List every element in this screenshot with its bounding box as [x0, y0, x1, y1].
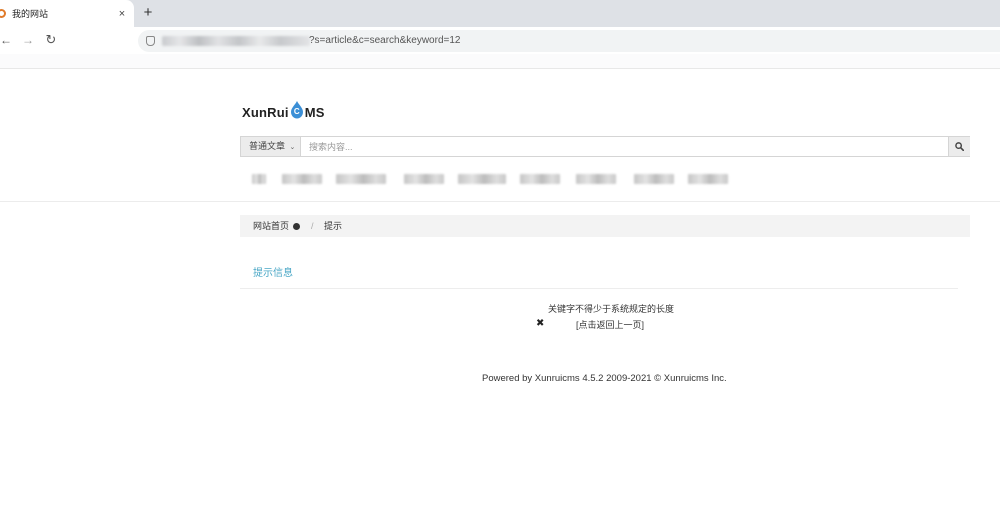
tab-close-icon[interactable]: × — [116, 8, 128, 20]
nav-item-redacted[interactable] — [404, 174, 444, 184]
logo-text-prefix: XunRui — [242, 104, 289, 120]
logo-water-drop-icon: C — [290, 101, 304, 119]
nav-item-redacted[interactable] — [634, 174, 674, 184]
logo-text-suffix: MS — [304, 104, 325, 120]
main-nav-menu — [244, 174, 744, 184]
breadcrumb: 网站首页 / 提示 — [240, 215, 970, 237]
logo-drop-letter: C — [293, 107, 300, 116]
reload-icon[interactable]: ↻ — [43, 32, 59, 48]
site-favicon-icon — [0, 9, 6, 18]
breadcrumb-separator: / — [311, 221, 314, 231]
search-module-label: 普通文章 — [249, 141, 286, 151]
back-arrow-icon[interactable]: ← — [0, 32, 14, 48]
search-button[interactable] — [948, 137, 970, 156]
breadcrumb-dot-icon — [293, 223, 300, 230]
site-search-form: 普通文章 ⌄ — [240, 136, 970, 157]
go-back-link[interactable]: [点击返回上一页] — [576, 318, 644, 331]
chevron-down-icon: ⌄ — [289, 144, 296, 151]
site-info-icon[interactable] — [146, 36, 155, 46]
new-tab-button[interactable]: + — [141, 5, 155, 21]
error-x-icon: ✖ — [536, 318, 545, 329]
browser-toolbar: ← → ↻ ?s=article&c=search&keyword=12 — [0, 27, 1000, 54]
browser-tab-active[interactable]: 我的网站 × — [0, 0, 134, 27]
nav-item-redacted[interactable] — [576, 174, 616, 184]
message-title: 提示信息 — [253, 268, 293, 279]
nav-item-redacted[interactable] — [520, 174, 560, 184]
search-module-select[interactable]: 普通文章 ⌄ — [241, 137, 301, 156]
search-input[interactable] — [302, 137, 948, 156]
address-bar[interactable]: ?s=article&c=search&keyword=12 — [138, 30, 1000, 52]
browser-divider — [0, 68, 1000, 69]
footer-copyright: Powered by Xunruicms 4.5.2 2009-2021 © X… — [482, 373, 727, 384]
tab-title: 我的网站 — [12, 9, 49, 19]
nav-item-redacted[interactable] — [282, 174, 322, 184]
message-text: 关键字不得少于系统规定的长度 — [548, 304, 675, 314]
site-logo[interactable]: XunRui C MS — [242, 100, 325, 124]
url-redacted — [162, 36, 310, 46]
breadcrumb-current: 提示 — [324, 221, 343, 231]
nav-item-redacted[interactable] — [458, 174, 506, 184]
header-divider — [0, 201, 1000, 202]
browser-bookmark-area — [0, 54, 1000, 69]
message-divider — [240, 288, 958, 289]
url-text[interactable]: ?s=article&c=search&keyword=12 — [309, 34, 460, 48]
breadcrumb-home-link[interactable]: 网站首页 — [253, 215, 289, 237]
browser-tabstrip: 我的网站 × + — [0, 0, 1000, 27]
forward-arrow-icon[interactable]: → — [20, 32, 36, 48]
nav-item-redacted[interactable] — [336, 174, 386, 184]
nav-item-redacted[interactable] — [688, 174, 728, 184]
nav-item-redacted[interactable] — [252, 174, 266, 184]
search-icon — [955, 142, 964, 151]
